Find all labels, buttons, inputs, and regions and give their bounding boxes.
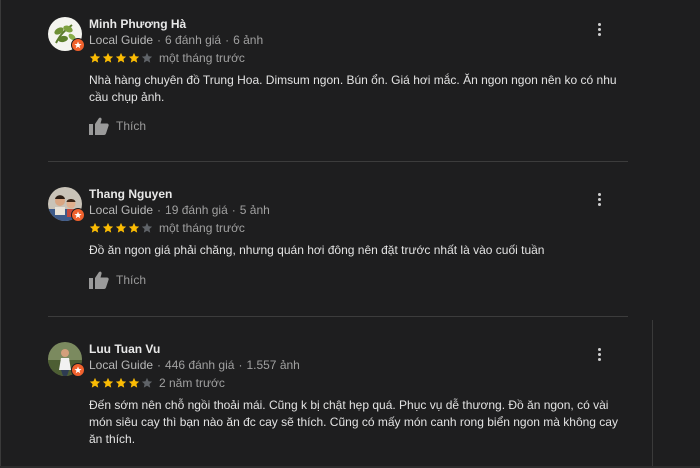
rating-row: một tháng trước bbox=[89, 51, 245, 65]
star-filled-icon bbox=[115, 52, 127, 63]
reviewer-meta: Local Guide · 446 đánh giá · 1.557 ảnh bbox=[89, 358, 300, 372]
thumb-up-icon bbox=[89, 271, 109, 289]
local-guide-badge-icon bbox=[71, 363, 85, 377]
divider bbox=[48, 316, 628, 317]
like-label: Thích bbox=[116, 119, 147, 133]
star-rating bbox=[89, 222, 153, 234]
scrollbar-track[interactable] bbox=[652, 320, 653, 468]
star-filled-icon bbox=[102, 377, 114, 388]
review-time: một tháng trước bbox=[159, 221, 245, 235]
avatar[interactable] bbox=[48, 342, 85, 377]
divider bbox=[48, 161, 628, 162]
reviews-count: 6 đánh giá bbox=[165, 33, 222, 47]
star-rating bbox=[89, 377, 153, 389]
review-text: Nhà hàng chuyên đồ Trung Hoa. Dimsum ngo… bbox=[89, 73, 617, 104]
window-edge bbox=[0, 0, 1, 468]
avatar[interactable] bbox=[48, 187, 85, 222]
reviewer-name[interactable]: Thang Nguyen bbox=[89, 187, 172, 201]
local-guide-label: Local Guide bbox=[89, 203, 154, 217]
local-guide-label: Local Guide bbox=[89, 358, 154, 372]
star-rating bbox=[89, 52, 153, 64]
review-time: một tháng trước bbox=[159, 51, 245, 65]
star-filled-icon bbox=[128, 222, 140, 233]
rating-row: 2 năm trước bbox=[89, 376, 225, 390]
reviewer-name[interactable]: Luu Tuan Vu bbox=[89, 342, 160, 356]
more-vert-icon[interactable] bbox=[591, 344, 607, 364]
reviewer-name[interactable]: Minh Phương Hà bbox=[89, 17, 186, 31]
photos-count: 1.557 ảnh bbox=[246, 358, 300, 372]
star-filled-icon bbox=[89, 222, 101, 233]
local-guide-badge-icon bbox=[71, 208, 85, 222]
star-filled-icon bbox=[89, 52, 101, 63]
review-text: Đồ ăn ngon giá phải chăng, nhưng quán hơ… bbox=[89, 243, 545, 257]
photos-count: 5 ảnh bbox=[239, 203, 270, 217]
more-vert-icon[interactable] bbox=[591, 189, 607, 209]
star-filled-icon bbox=[115, 377, 127, 388]
like-button[interactable]: Thích bbox=[89, 117, 146, 135]
star-filled-icon bbox=[115, 222, 127, 233]
local-guide-badge-icon bbox=[71, 38, 85, 52]
like-button[interactable]: Thích bbox=[89, 271, 146, 289]
star-filled-icon bbox=[128, 52, 140, 63]
review-card: Thang Nguyen Local Guide · 19 đánh giá · 5 ả… bbox=[48, 187, 628, 297]
thumb-up-icon bbox=[89, 117, 109, 135]
star-empty-icon bbox=[141, 377, 153, 388]
local-guide-label: Local Guide bbox=[89, 33, 154, 47]
star-filled-icon bbox=[89, 377, 101, 388]
rating-row: một tháng trước bbox=[89, 221, 245, 235]
star-empty-icon bbox=[141, 52, 153, 63]
star-empty-icon bbox=[141, 222, 153, 233]
star-filled-icon bbox=[102, 52, 114, 63]
reviews-count: 446 đánh giá bbox=[165, 358, 235, 372]
reviewer-meta: Local Guide · 6 đánh giá · 6 ảnh bbox=[89, 33, 264, 47]
photos-count: 6 ảnh bbox=[233, 33, 264, 47]
more-vert-icon[interactable] bbox=[591, 19, 607, 39]
star-filled-icon bbox=[102, 222, 114, 233]
review-text: Đến sớm nên chỗ ngồi thoải mái. Cũng k b… bbox=[89, 398, 618, 446]
review-card: Luu Tuan Vu Local Guide · 446 đánh giá · 1.5… bbox=[48, 342, 628, 452]
review-time: 2 năm trước bbox=[159, 376, 225, 390]
reviewer-meta: Local Guide · 19 đánh giá · 5 ảnh bbox=[89, 203, 270, 217]
reviews-count: 19 đánh giá bbox=[165, 203, 228, 217]
star-filled-icon bbox=[128, 377, 140, 388]
avatar[interactable] bbox=[48, 17, 85, 52]
like-label: Thích bbox=[116, 273, 147, 287]
review-card: Minh Phương Hà Local Guide · 6 đánh giá · 6 … bbox=[48, 17, 628, 137]
